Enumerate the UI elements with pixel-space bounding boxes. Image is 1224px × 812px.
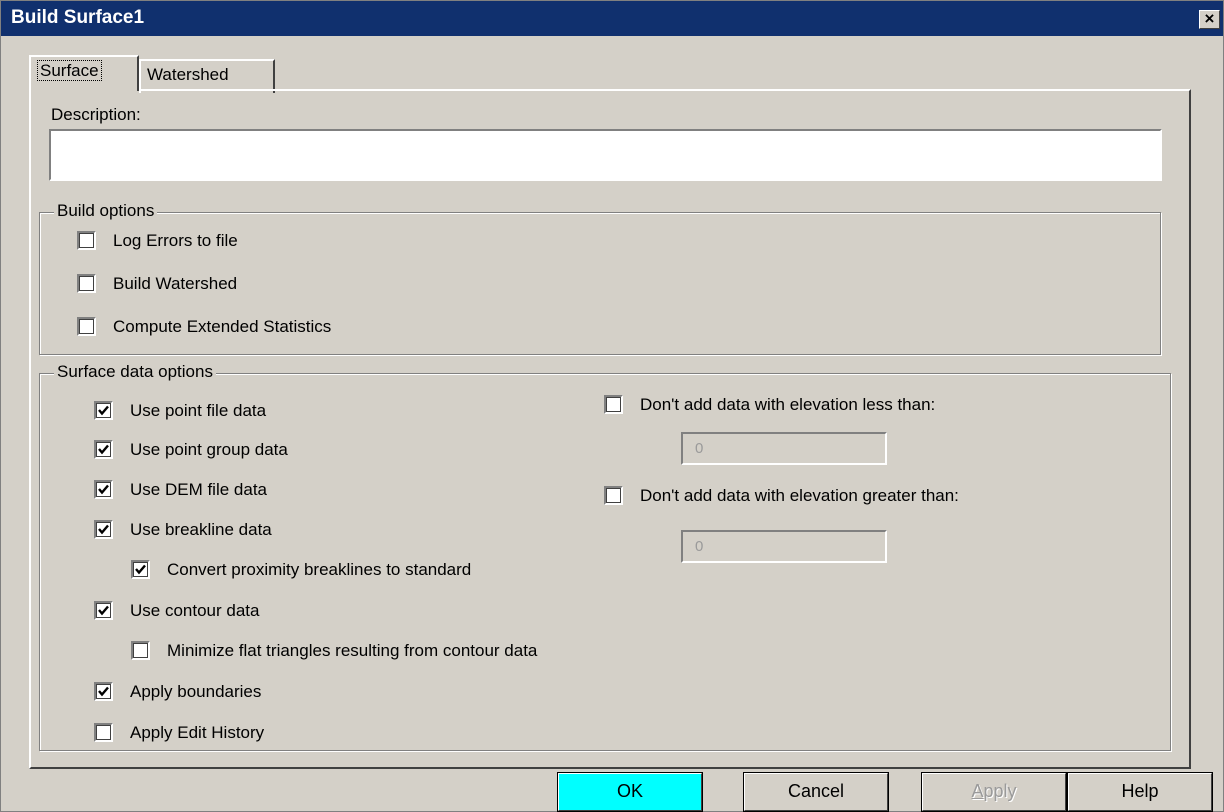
cancel-button[interactable]: Cancel [743,772,889,812]
apply-boundaries-checkbox[interactable] [94,682,113,701]
elevation-greater-than-input[interactable]: 0 [681,530,887,563]
help-button[interactable]: Help [1067,772,1213,812]
tab-watershed-label: Watershed [147,65,229,84]
checkmark-icon [98,524,109,535]
use-point-file-data-checkbox[interactable] [94,401,113,420]
tab-watershed[interactable]: Watershed [139,59,275,93]
minimize-flat-triangles-checkbox[interactable] [131,641,150,660]
build-watershed-label: Build Watershed [113,274,238,293]
log-errors-checkbox[interactable] [77,231,96,250]
build-watershed-checkbox[interactable] [77,274,96,293]
use-contour-data-label: Use contour data [130,601,260,620]
log-errors-label: Log Errors to file [113,231,238,250]
use-point-group-data-checkbox[interactable] [94,440,113,459]
use-breakline-data-label: Use breakline data [130,520,272,539]
apply-button-label: pply [983,781,1017,801]
convert-proximity-breaklines-checkbox[interactable] [131,560,150,579]
apply-button[interactable]: Apply [921,772,1067,812]
description-label: Description: [51,105,141,124]
use-contour-data-checkbox[interactable] [94,601,113,620]
build-surface-dialog: Build Surface1 × Surface Watershed Descr… [0,0,1224,812]
ok-button[interactable]: OK [557,772,703,812]
use-point-group-data-label: Use point group data [130,440,288,459]
use-point-file-data-label: Use point file data [130,401,267,420]
apply-edit-history-checkbox[interactable] [94,723,113,742]
apply-boundaries-label: Apply boundaries [130,682,262,701]
tab-surface[interactable]: Surface [29,55,139,91]
convert-proximity-breaklines-label: Convert proximity breaklines to standard [167,560,472,579]
minimize-flat-triangles-label: Minimize flat triangles resulting from c… [167,641,538,660]
use-dem-file-data-label: Use DEM file data [130,480,267,499]
apply-edit-history-label: Apply Edit History [130,723,265,742]
use-dem-file-data-checkbox[interactable] [94,480,113,499]
use-breakline-data-checkbox[interactable] [94,520,113,539]
close-icon[interactable]: × [1199,10,1220,29]
title-bar[interactable]: Build Surface1 × [1,1,1223,36]
build-options-title: Build options [54,201,158,221]
elevation-less-than-label: Don't add data with elevation less than: [640,395,936,414]
elevation-greater-than-checkbox[interactable] [604,486,623,505]
elevation-less-than-input[interactable]: 0 [681,432,887,465]
elevation-greater-than-label: Don't add data with elevation greater th… [640,486,959,505]
checkmark-icon [98,405,109,416]
compute-extended-statistics-checkbox[interactable] [77,317,96,336]
apply-button-mnemonic: A [971,781,984,801]
window-title: Build Surface1 [11,7,145,28]
checkmark-icon [98,686,109,697]
checkmark-icon [98,444,109,455]
checkmark-icon [98,484,109,495]
surface-data-options-title: Surface data options [54,362,216,382]
elevation-less-than-checkbox[interactable] [604,395,623,414]
compute-extended-statistics-label: Compute Extended Statistics [113,317,332,336]
tab-surface-label: Surface [37,60,102,81]
description-input[interactable] [49,129,1162,181]
checkmark-icon [98,605,109,616]
checkmark-icon [135,564,146,575]
